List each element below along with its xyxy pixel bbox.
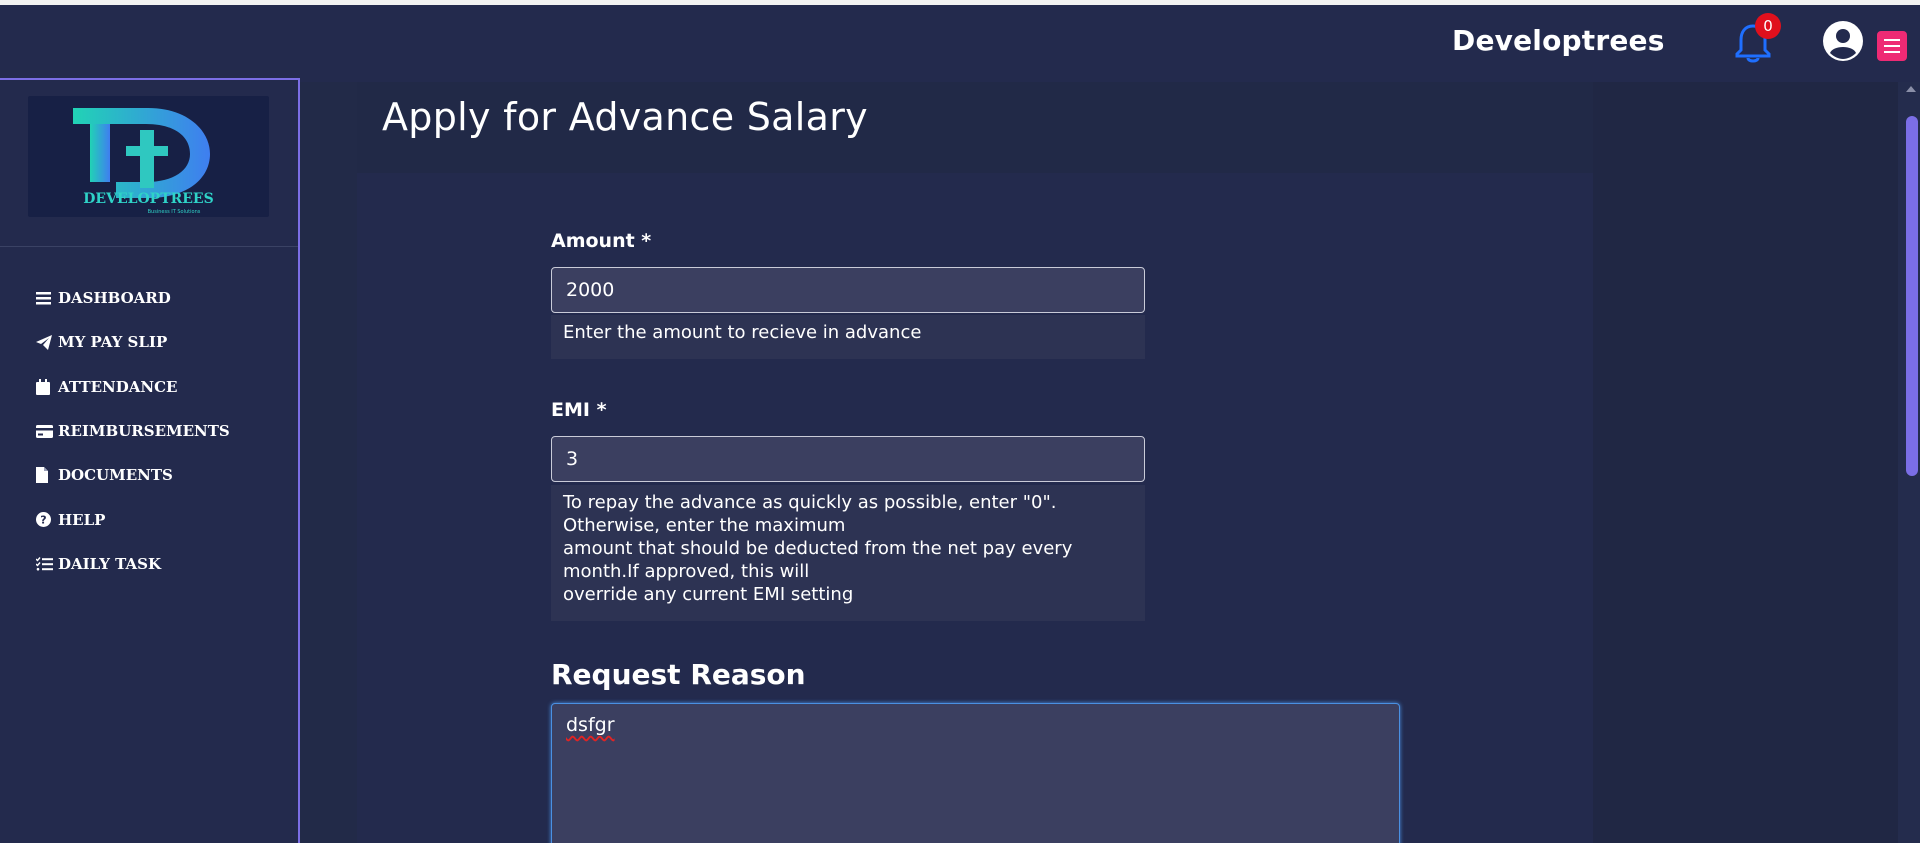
logo-tagline: Business IT Solutions [148,209,201,215]
sidebar-item-label: ATTENDANCE [58,377,178,396]
sidebar: DEVELOPTREES Business IT Solutions DASHB… [0,78,300,843]
sidebar-item-documents[interactable]: DOCUMENTS [36,453,230,497]
user-avatar-icon[interactable] [1822,20,1864,62]
card-header: Apply for Advance Salary [357,82,1593,173]
content-gutter [300,82,357,843]
hamburger-menu-button[interactable] [1877,31,1907,61]
brand-name: Developtrees [1452,24,1665,57]
logo-wordmark: DEVELOPTREES [83,191,213,207]
paper-plane-icon [36,333,56,351]
emi-label: EMI * [551,399,607,421]
request-reason-textarea[interactable]: dsfgr [551,703,1400,843]
bars-icon [36,289,56,307]
amount-help-line: Enter the amount to recieve in advance [563,322,922,343]
emi-input[interactable]: 3 [551,436,1145,482]
sidebar-item-reimbursements[interactable]: REIMBURSEMENTS [36,409,230,453]
top-navbar: Developtrees 0 [0,5,1920,78]
amount-help-text: Enter the amount to recieve in advance [551,315,1145,359]
emi-help-line: override any current EMI setting [563,584,854,605]
notification-count-badge: 0 [1755,13,1781,39]
sidebar-item-label: DASHBOARD [58,289,171,308]
scrollbar-thumb[interactable] [1906,116,1918,476]
right-column [1593,82,1898,843]
sidebar-item-label: MY PAY SLIP [58,333,168,352]
credit-card-icon [36,422,56,440]
sidebar-item-my-pay-slip[interactable]: MY PAY SLIP [36,320,230,364]
amount-label: Amount * [551,230,652,252]
question-circle-icon: ? [36,511,56,529]
emi-help-line: month.If approved, this will [563,561,810,582]
advance-salary-form: Amount * 2000 Enter the amount to reciev… [357,173,1593,843]
sidebar-item-label: DAILY TASK [58,554,162,573]
emi-help-line: Otherwise, enter the maximum [563,515,846,536]
sidebar-item-dashboard[interactable]: DASHBOARD [36,276,230,320]
emi-help-line: To repay the advance as quickly as possi… [563,492,1057,513]
amount-input[interactable]: 2000 [551,267,1145,313]
page-title: Apply for Advance Salary [382,95,868,139]
company-logo: DEVELOPTREES Business IT Solutions [28,96,269,217]
sidebar-nav: DASHBOARD MY PAY SLIP ATTENDANCE REIMBUR… [36,276,230,586]
request-reason-title: Request Reason [551,658,806,691]
sidebar-divider [0,246,298,247]
scroll-up-arrow-icon[interactable] [1906,86,1916,92]
calendar-icon [36,378,56,396]
emi-help-line: amount that should be deducted from the … [563,538,1073,559]
sidebar-item-label: DOCUMENTS [58,466,173,485]
sidebar-item-help[interactable]: ? HELP [36,497,230,541]
request-reason-value: dsfgr [566,714,615,736]
sidebar-item-daily-task[interactable]: DAILY TASK [36,542,230,586]
task-list-icon [36,555,56,573]
svg-text:?: ? [40,514,46,527]
file-icon [36,466,56,484]
sidebar-item-attendance[interactable]: ATTENDANCE [36,365,230,409]
sidebar-item-label: HELP [58,510,106,529]
emi-help-text: To repay the advance as quickly as possi… [551,485,1145,621]
sidebar-item-label: REIMBURSEMENTS [58,422,230,441]
